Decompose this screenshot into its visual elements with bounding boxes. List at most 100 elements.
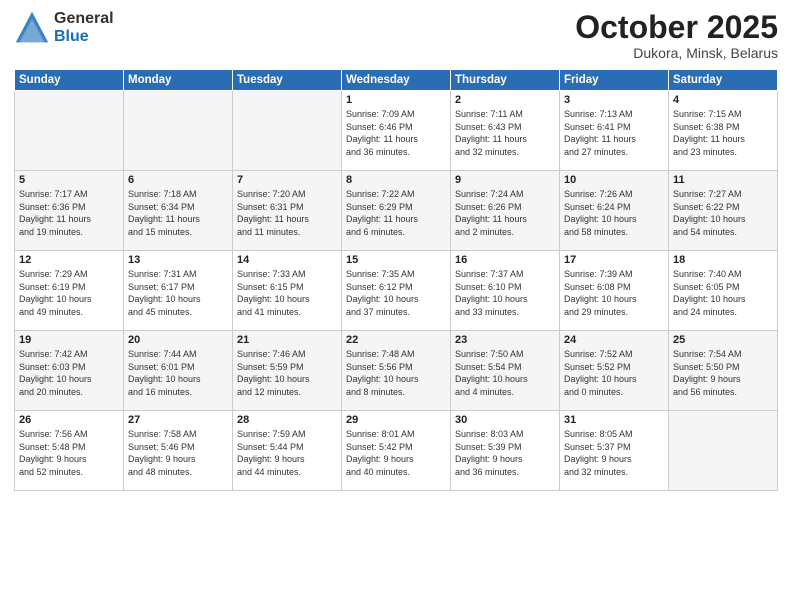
- day-info: Sunrise: 8:05 AM Sunset: 5:37 PM Dayligh…: [564, 428, 664, 478]
- logo-general-text: General: [54, 10, 114, 28]
- col-thursday: Thursday: [451, 70, 560, 91]
- col-tuesday: Tuesday: [233, 70, 342, 91]
- day-number: 7: [237, 174, 337, 186]
- day-info: Sunrise: 7:22 AM Sunset: 6:29 PM Dayligh…: [346, 188, 446, 238]
- day-info: Sunrise: 7:15 AM Sunset: 6:38 PM Dayligh…: [673, 108, 773, 158]
- table-row: 16 Sunrise: 7:37 AM Sunset: 6:10 PM Dayli…: [451, 251, 560, 331]
- table-row: 25 Sunrise: 7:54 AM Sunset: 5:50 PM Dayli…: [669, 331, 778, 411]
- table-row: 27 Sunrise: 7:58 AM Sunset: 5:46 PM Dayli…: [124, 411, 233, 491]
- table-row: 13 Sunrise: 7:31 AM Sunset: 6:17 PM Dayli…: [124, 251, 233, 331]
- table-row: 24 Sunrise: 7:52 AM Sunset: 5:52 PM Dayli…: [560, 331, 669, 411]
- day-number: 20: [128, 334, 228, 346]
- table-row: 17 Sunrise: 7:39 AM Sunset: 6:08 PM Dayli…: [560, 251, 669, 331]
- table-row: 19Sunrise: 7:42 AM Sunset: 6:03 PM Dayli…: [15, 331, 124, 411]
- day-info: Sunrise: 8:01 AM Sunset: 5:42 PM Dayligh…: [346, 428, 446, 478]
- calendar-header-row: Sunday Monday Tuesday Wednesday Thursday…: [15, 70, 778, 91]
- table-row: 21 Sunrise: 7:46 AM Sunset: 5:59 PM Dayli…: [233, 331, 342, 411]
- table-row: 9 Sunrise: 7:24 AM Sunset: 6:26 PM Daylig…: [451, 171, 560, 251]
- day-number: 16: [455, 254, 555, 266]
- day-number: 17: [564, 254, 664, 266]
- day-info: Sunrise: 7:48 AM Sunset: 5:56 PM Dayligh…: [346, 348, 446, 398]
- table-row: 7 Sunrise: 7:20 AM Sunset: 6:31 PM Daylig…: [233, 171, 342, 251]
- day-info: Sunrise: 7:37 AM Sunset: 6:10 PM Dayligh…: [455, 268, 555, 318]
- day-info: Sunrise: 7:52 AM Sunset: 5:52 PM Dayligh…: [564, 348, 664, 398]
- table-row: 1Sunrise: 7:09 AM Sunset: 6:46 PM Daylig…: [342, 91, 451, 171]
- day-info: Sunrise: 7:13 AM Sunset: 6:41 PM Dayligh…: [564, 108, 664, 158]
- page-container: General Blue October 2025 Dukora, Minsk,…: [0, 0, 792, 612]
- calendar-week-row: 26 Sunrise: 7:56 AM Sunset: 5:48 PM Dayli…: [15, 411, 778, 491]
- table-row: 22 Sunrise: 7:48 AM Sunset: 5:56 PM Dayli…: [342, 331, 451, 411]
- day-info: Sunrise: 7:40 AM Sunset: 6:05 PM Dayligh…: [673, 268, 773, 318]
- table-row: 12Sunrise: 7:29 AM Sunset: 6:19 PM Dayli…: [15, 251, 124, 331]
- table-row: [233, 91, 342, 171]
- table-row: 10 Sunrise: 7:26 AM Sunset: 6:24 PM Dayli…: [560, 171, 669, 251]
- day-info: Sunrise: 7:24 AM Sunset: 6:26 PM Dayligh…: [455, 188, 555, 238]
- logo-blue-text: Blue: [54, 28, 114, 46]
- table-row: [669, 411, 778, 491]
- day-info: Sunrise: 7:27 AM Sunset: 6:22 PM Dayligh…: [673, 188, 773, 238]
- day-number: 5: [19, 174, 119, 186]
- day-number: 10: [564, 174, 664, 186]
- logo: General Blue: [14, 10, 114, 46]
- table-row: 2Sunrise: 7:11 AM Sunset: 6:43 PM Daylig…: [451, 91, 560, 171]
- day-info: Sunrise: 7:46 AM Sunset: 5:59 PM Dayligh…: [237, 348, 337, 398]
- table-row: 14Sunrise: 7:33 AM Sunset: 6:15 PM Dayli…: [233, 251, 342, 331]
- table-row: 15 Sunrise: 7:35 AM Sunset: 6:12 PM Dayli…: [342, 251, 451, 331]
- day-number: 9: [455, 174, 555, 186]
- day-number: 26: [19, 414, 119, 426]
- day-info: Sunrise: 7:39 AM Sunset: 6:08 PM Dayligh…: [564, 268, 664, 318]
- day-number: 4: [673, 94, 773, 106]
- day-number: 24: [564, 334, 664, 346]
- table-row: [15, 91, 124, 171]
- day-number: 21: [237, 334, 337, 346]
- col-saturday: Saturday: [669, 70, 778, 91]
- day-number: 3: [564, 94, 664, 106]
- table-row: 8 Sunrise: 7:22 AM Sunset: 6:29 PM Daylig…: [342, 171, 451, 251]
- day-info: Sunrise: 7:42 AM Sunset: 6:03 PM Dayligh…: [19, 348, 119, 398]
- day-info: Sunrise: 7:29 AM Sunset: 6:19 PM Dayligh…: [19, 268, 119, 318]
- table-row: 23 Sunrise: 7:50 AM Sunset: 5:54 PM Dayli…: [451, 331, 560, 411]
- day-info: Sunrise: 7:09 AM Sunset: 6:46 PM Dayligh…: [346, 108, 446, 158]
- logo-icon: [14, 10, 50, 46]
- day-info: Sunrise: 7:56 AM Sunset: 5:48 PM Dayligh…: [19, 428, 119, 478]
- day-number: 29: [346, 414, 446, 426]
- day-number: 11: [673, 174, 773, 186]
- day-number: 27: [128, 414, 228, 426]
- day-number: 23: [455, 334, 555, 346]
- col-friday: Friday: [560, 70, 669, 91]
- day-info: Sunrise: 7:44 AM Sunset: 6:01 PM Dayligh…: [128, 348, 228, 398]
- day-number: 8: [346, 174, 446, 186]
- table-row: 31 Sunrise: 8:05 AM Sunset: 5:37 PM Dayli…: [560, 411, 669, 491]
- calendar-week-row: 5Sunrise: 7:17 AM Sunset: 6:36 PM Daylig…: [15, 171, 778, 251]
- title-area: October 2025 Dukora, Minsk, Belarus: [575, 10, 778, 61]
- col-sunday: Sunday: [15, 70, 124, 91]
- day-number: 13: [128, 254, 228, 266]
- day-info: Sunrise: 7:50 AM Sunset: 5:54 PM Dayligh…: [455, 348, 555, 398]
- table-row: 20 Sunrise: 7:44 AM Sunset: 6:01 PM Dayli…: [124, 331, 233, 411]
- logo-text: General Blue: [54, 10, 114, 45]
- day-number: 6: [128, 174, 228, 186]
- table-row: 18 Sunrise: 7:40 AM Sunset: 6:05 PM Dayli…: [669, 251, 778, 331]
- day-number: 18: [673, 254, 773, 266]
- table-row: 11 Sunrise: 7:27 AM Sunset: 6:22 PM Dayli…: [669, 171, 778, 251]
- calendar-table: Sunday Monday Tuesday Wednesday Thursday…: [14, 69, 778, 491]
- day-info: Sunrise: 7:20 AM Sunset: 6:31 PM Dayligh…: [237, 188, 337, 238]
- day-number: 15: [346, 254, 446, 266]
- table-row: [124, 91, 233, 171]
- day-number: 28: [237, 414, 337, 426]
- day-info: Sunrise: 7:18 AM Sunset: 6:34 PM Dayligh…: [128, 188, 228, 238]
- day-info: Sunrise: 7:58 AM Sunset: 5:46 PM Dayligh…: [128, 428, 228, 478]
- table-row: 29 Sunrise: 8:01 AM Sunset: 5:42 PM Dayli…: [342, 411, 451, 491]
- day-number: 31: [564, 414, 664, 426]
- day-info: Sunrise: 7:31 AM Sunset: 6:17 PM Dayligh…: [128, 268, 228, 318]
- day-number: 22: [346, 334, 446, 346]
- table-row: 3 Sunrise: 7:13 AM Sunset: 6:41 PM Daylig…: [560, 91, 669, 171]
- table-row: 4 Sunrise: 7:15 AM Sunset: 6:38 PM Daylig…: [669, 91, 778, 171]
- day-info: Sunrise: 7:35 AM Sunset: 6:12 PM Dayligh…: [346, 268, 446, 318]
- table-row: 26 Sunrise: 7:56 AM Sunset: 5:48 PM Dayli…: [15, 411, 124, 491]
- table-row: 5Sunrise: 7:17 AM Sunset: 6:36 PM Daylig…: [15, 171, 124, 251]
- day-info: Sunrise: 7:26 AM Sunset: 6:24 PM Dayligh…: [564, 188, 664, 238]
- day-info: Sunrise: 7:54 AM Sunset: 5:50 PM Dayligh…: [673, 348, 773, 398]
- day-number: 25: [673, 334, 773, 346]
- day-number: 30: [455, 414, 555, 426]
